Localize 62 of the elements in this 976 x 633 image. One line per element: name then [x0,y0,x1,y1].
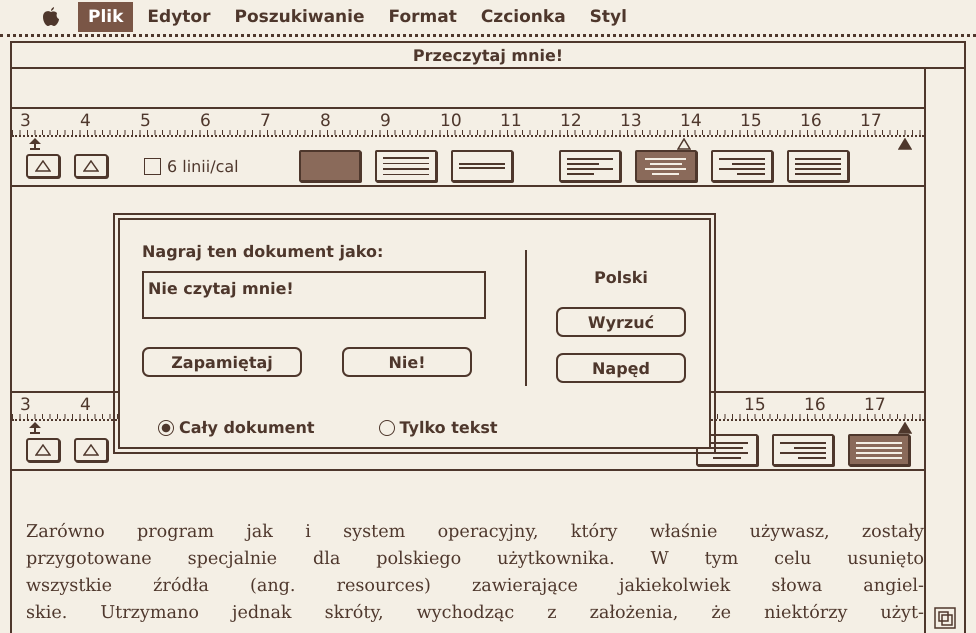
line-spacing-button[interactable] [374,150,437,182]
menu-item[interactable]: Format [378,2,467,32]
disk-name: Polski [594,268,648,287]
alignment-button[interactable] [772,434,834,466]
alignment-button[interactable] [634,150,697,182]
spacing-button[interactable] [26,154,60,178]
radio-button[interactable] [158,420,174,436]
ruler-number: 3 [20,394,32,417]
body-text: Zarówno program jak i system operacyjny, który właśnie używasz, zostały przygotowane specjalnie dla polskiego użytkownika. W tym celu usunięto wszystkie źródła (ang. resources) zawierające jakiekolwiek słowa angiel- skie. Utrzymano jednak skróty, wychodząc z założenia, że niektórzy użyt- [26,521,924,625]
ruler-number: 6 [200,110,212,133]
ruler-number: 8 [320,110,332,133]
spacing-button[interactable] [74,154,108,178]
alignment-button[interactable] [786,150,849,182]
eject-button[interactable]: Wyrzuć [556,307,686,337]
menu-item[interactable]: Poszukiwanie [224,2,375,32]
cancel-button[interactable]: Nie! [342,347,472,377]
indent-marker-icon[interactable] [28,421,42,435]
radio-label: Cały dokument [179,418,315,437]
triangle-icon [83,444,99,456]
ruler-number: 14 [680,110,703,133]
ruler-number: 3 [20,110,32,133]
menu-item[interactable]: Edytor [137,2,220,32]
grow-box-icon[interactable] [934,607,956,629]
ruler-number: 10 [440,110,463,133]
menu-item[interactable]: Plik [78,2,134,32]
checkbox[interactable] [144,158,161,174]
alignment-button[interactable] [710,150,773,182]
spacing-button[interactable] [26,438,60,462]
ruler-number: 16 [800,110,823,133]
triangle-icon [35,444,51,456]
ruler-number: 16 [804,394,827,417]
ruler-number: 13 [620,110,643,133]
triangle-icon [83,160,99,172]
ruler-number: 17 [864,394,887,417]
triangle-icon [35,160,51,172]
ruler-number: 11 [500,110,523,133]
ruler-number: 4 [80,110,92,133]
menu-item[interactable]: Czcionka [470,2,576,32]
spacing-button[interactable] [74,438,108,462]
window-title: Przeczytaj mnie! [412,46,564,64]
apple-icon[interactable] [42,7,60,27]
indent-marker-icon [677,138,691,150]
ruler-number: 15 [744,394,767,417]
ruler-number: 4 [80,394,92,417]
menu-item[interactable]: Styl [580,2,637,32]
ruler-number: 7 [260,110,272,133]
radio-button[interactable] [378,420,395,436]
ruler-number: 5 [140,110,152,133]
filename-field[interactable]: Nie czytaj mnie! [142,271,486,319]
drive-button[interactable]: Napęd [556,353,686,383]
line-spacing-button[interactable] [450,150,513,182]
ruler-number: 17 [860,110,883,133]
save-button[interactable]: Zapamiętaj [142,347,302,377]
radio-label: Tylko tekst [400,418,498,437]
indent-marker-icon[interactable] [28,137,42,151]
ruler-number: 12 [560,110,583,133]
ruler-number: 9 [380,110,392,133]
ruler-number: 15 [740,110,763,133]
checkbox-label: 6 linii/cal [167,156,239,176]
alignment-button[interactable] [848,434,910,466]
dialog-prompt: Nagraj ten dokument jako: [142,242,384,261]
alignment-button[interactable] [558,150,621,182]
